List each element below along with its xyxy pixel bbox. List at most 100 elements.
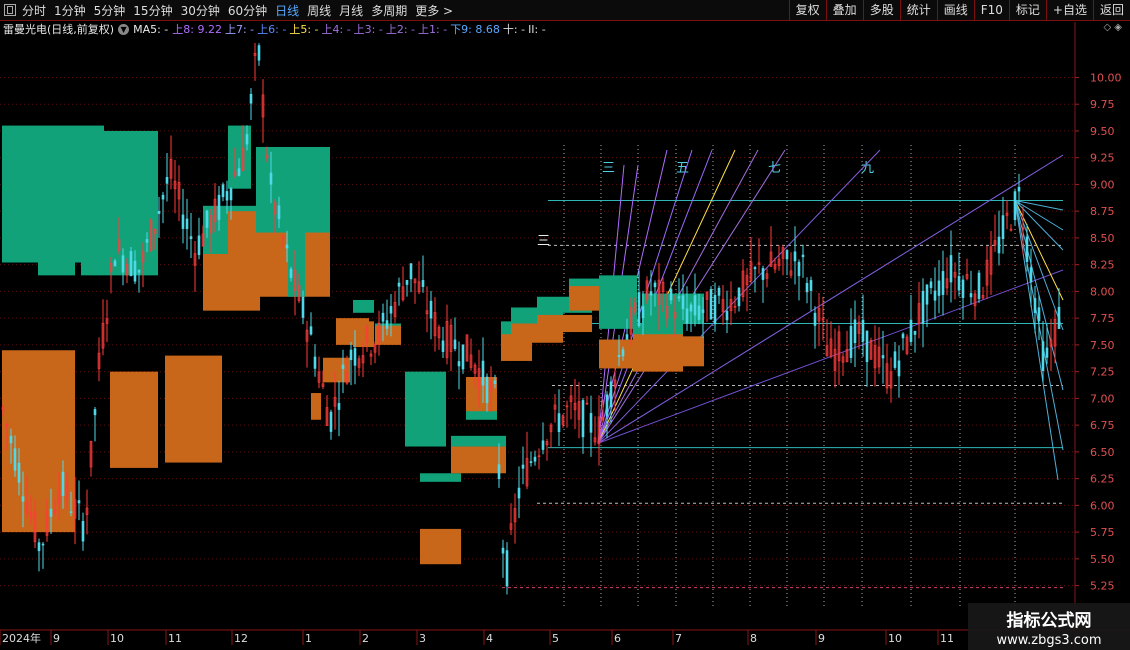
candle-body-220 xyxy=(881,355,885,359)
time-label-7: 3 xyxy=(419,632,426,645)
candle-body-177 xyxy=(709,289,713,320)
price-tick-label-3: 6.00 xyxy=(1090,499,1115,512)
price-tick-label-5: 6.50 xyxy=(1090,446,1115,459)
candle-body-75 xyxy=(301,296,305,318)
candle-body-78 xyxy=(313,356,317,369)
candle-body-227 xyxy=(909,319,913,342)
candle-body-34 xyxy=(137,269,141,273)
candle-body-3 xyxy=(13,448,17,471)
candle-body-130 xyxy=(521,464,525,469)
candle-body-135 xyxy=(541,440,545,450)
price-tick-label-2: 5.75 xyxy=(1090,526,1115,539)
candle-body-59 xyxy=(237,168,241,176)
candle-body-171 xyxy=(685,308,689,324)
time-label-12: 8 xyxy=(750,632,757,645)
range-box-2 xyxy=(38,130,75,276)
candle-body-216 xyxy=(865,330,869,363)
candle-body-45 xyxy=(181,214,185,229)
candle-body-33 xyxy=(133,260,137,282)
vertical-mark-0: 三 xyxy=(602,161,615,176)
range-box-25 xyxy=(451,435,506,447)
candle-body-67 xyxy=(269,172,273,185)
horizontal-mark: 三 xyxy=(537,234,550,249)
candle-body-99 xyxy=(397,282,401,287)
candle-body-202 xyxy=(809,280,813,291)
time-label-3: 11 xyxy=(168,632,182,645)
candle-body-244 xyxy=(977,272,981,300)
range-box-34 xyxy=(537,314,592,333)
candle-body-46 xyxy=(185,218,189,230)
candle-body-253 xyxy=(1013,191,1017,221)
candle-body-9 xyxy=(37,542,41,552)
candle-body-190 xyxy=(761,268,765,280)
candle-body-196 xyxy=(785,250,789,260)
candle-body-57 xyxy=(229,188,233,201)
candle-body-19 xyxy=(77,500,81,504)
price-tick-label-10: 7.75 xyxy=(1090,312,1115,325)
candle-body-198 xyxy=(793,251,797,262)
candle-body-261 xyxy=(1045,347,1049,358)
candle-body-132 xyxy=(529,461,533,463)
candle-body-249 xyxy=(997,236,1001,254)
candle-body-72 xyxy=(289,268,293,278)
candle-body-82 xyxy=(329,411,333,432)
candle-body-242 xyxy=(969,293,973,298)
range-box-13 xyxy=(311,393,321,420)
candle-body-174 xyxy=(697,305,701,320)
price-tick-label-15: 9.00 xyxy=(1090,178,1115,191)
price-tick-label-17: 9.50 xyxy=(1090,125,1115,138)
price-tick-label-7: 7.00 xyxy=(1090,392,1115,405)
range-box-24 xyxy=(420,528,461,565)
candle-body-23 xyxy=(93,409,97,416)
candle-body-200 xyxy=(801,254,805,258)
price-tick-label-8: 7.25 xyxy=(1090,366,1115,379)
price-tick-label-12: 8.25 xyxy=(1090,259,1115,272)
candle-body-256 xyxy=(1025,236,1029,262)
candle-body-139 xyxy=(557,413,561,433)
candle-body-40 xyxy=(161,194,165,200)
right-fan-line-6 xyxy=(1014,200,1059,481)
candle-body-224 xyxy=(897,360,901,377)
candle-body-55 xyxy=(221,184,225,198)
candle-body-97 xyxy=(389,306,393,314)
watermark: 指标公式网 www.zbgs3.com xyxy=(968,603,1130,650)
candle-body-51 xyxy=(205,210,209,228)
candle-body-233 xyxy=(933,290,937,301)
candle-body-232 xyxy=(929,281,933,288)
candle-body-69 xyxy=(277,205,281,220)
price-tick-label-11: 8.00 xyxy=(1090,285,1115,298)
candle-body-145 xyxy=(581,400,585,438)
price-tick-label-18: 9.75 xyxy=(1090,98,1115,111)
candle-body-181 xyxy=(725,310,729,321)
candle-body-107 xyxy=(429,300,433,319)
time-label-1: 9 xyxy=(53,632,60,645)
candle-body-32 xyxy=(129,251,133,277)
candle-body-170 xyxy=(681,295,685,310)
price-tick-label-19: 10.00 xyxy=(1090,71,1122,84)
candle-body-125 xyxy=(501,547,505,554)
candle-body-159 xyxy=(637,292,641,327)
price-chart[interactable]: 5.25 5.50 5.75 6.00 6.25 6.50 6.75 7.00 7.25 7.50… xyxy=(0,0,1130,650)
price-tick-label-4: 6.25 xyxy=(1090,473,1115,486)
candle-body-133 xyxy=(533,456,537,462)
candle-body-172 xyxy=(689,304,693,312)
price-tick-label-13: 8.50 xyxy=(1090,232,1115,245)
candle-body-152 xyxy=(609,381,613,408)
candle-body-257 xyxy=(1029,267,1033,283)
candle-body-239 xyxy=(957,276,961,291)
candle-body-259 xyxy=(1037,307,1041,322)
candle-body-188 xyxy=(753,267,757,270)
candle-body-15 xyxy=(61,471,65,496)
candle-body-231 xyxy=(925,284,929,305)
candle-body-124 xyxy=(497,464,501,480)
candle-body-179 xyxy=(717,287,721,296)
range-box-41 xyxy=(642,336,704,367)
time-label-8: 4 xyxy=(486,632,493,645)
candle-body-62 xyxy=(249,93,253,104)
range-box-18 xyxy=(353,299,374,313)
candle-body-160 xyxy=(641,306,645,319)
candle-body-36 xyxy=(145,239,149,243)
candle-body-162 xyxy=(649,291,653,296)
candle-body-250 xyxy=(1001,215,1005,240)
candle-body-105 xyxy=(421,280,425,287)
